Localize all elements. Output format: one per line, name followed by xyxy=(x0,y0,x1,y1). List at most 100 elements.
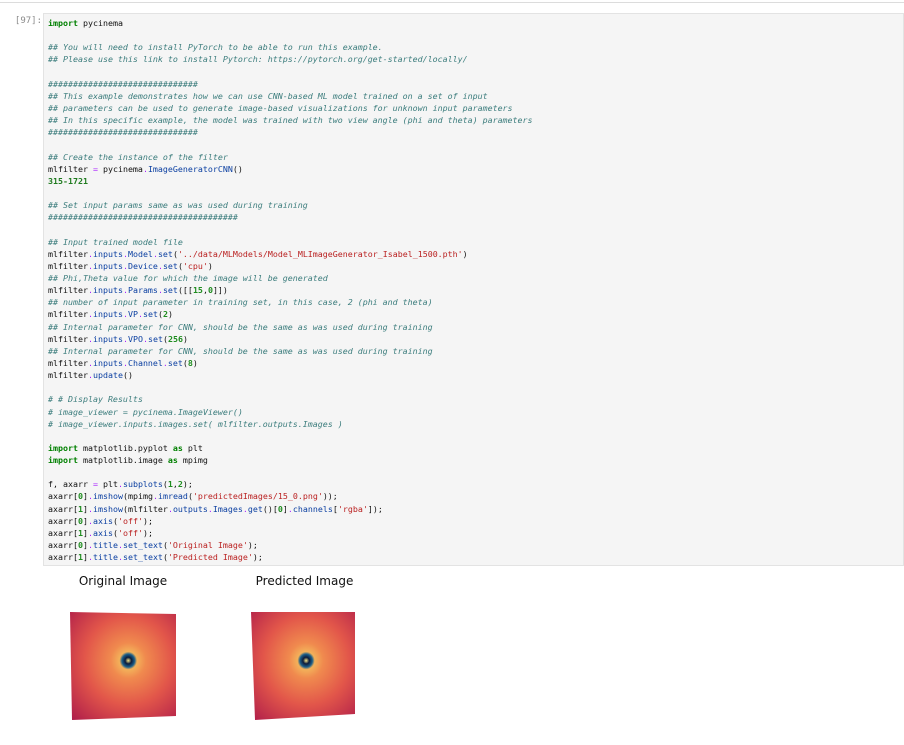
code-token: title xyxy=(92,540,118,551)
code-token: inputs xyxy=(92,357,123,368)
code-token: (mpimg xyxy=(122,491,153,502)
code-token: Channel xyxy=(127,357,163,368)
code-token: as xyxy=(167,455,178,466)
code-line: ## number of input parameter in training… xyxy=(48,296,533,308)
code-token: imread xyxy=(157,491,188,502)
code-token: axarr[ xyxy=(48,491,78,502)
code-token: )); xyxy=(322,491,338,502)
code-token: axarr[ xyxy=(48,527,78,538)
code-token: 'Predicted Image' xyxy=(167,552,253,563)
code-token: mpimg xyxy=(177,455,208,466)
code-token: title xyxy=(92,552,118,563)
code-token: set xyxy=(167,357,183,368)
code-line: # image_viewer = pycinema.ImageViewer() xyxy=(48,406,533,418)
top-divider xyxy=(0,2,904,3)
code-token: ) xyxy=(462,248,468,259)
code-line: mlfilter.update() xyxy=(48,369,533,381)
code-token: ()[ xyxy=(262,503,278,514)
code-token: ]); xyxy=(367,503,383,514)
code-token: subplots xyxy=(122,479,163,490)
code-token: ## Set input params same as was used dur… xyxy=(48,200,308,211)
code-token: axarr[ xyxy=(48,515,78,526)
code-token: (mlfilter xyxy=(122,503,168,514)
code-token: ); xyxy=(252,552,263,563)
code-token: axis xyxy=(92,527,113,538)
predicted-image xyxy=(247,606,361,729)
code-token: mlfilter xyxy=(48,163,93,174)
code-token: import xyxy=(48,442,78,453)
code-token: Params xyxy=(127,285,158,296)
code-line: ## Set input params same as was used dur… xyxy=(48,199,533,211)
code-token: imshow xyxy=(92,491,123,502)
code-line: ## Internal parameter for CNN, should be… xyxy=(48,345,533,357)
code-token: ############################## xyxy=(48,127,198,138)
code-token: mlfilter xyxy=(48,357,88,368)
predicted-image-plot xyxy=(251,612,355,720)
code-token: 'off' xyxy=(117,515,143,526)
code-token: ## Input trained model file xyxy=(48,236,183,247)
code-block[interactable]: import pycinema ## You will need to inst… xyxy=(48,17,533,563)
code-token: set xyxy=(157,248,173,259)
code-token: mlfilter xyxy=(48,285,88,296)
code-token: () xyxy=(122,370,133,381)
code-line: # image_viewer.inputs.images.set( mlfilt… xyxy=(48,418,533,430)
original-image-title: Original Image xyxy=(78,574,168,588)
code-line: ## Phi,Theta value for which the image w… xyxy=(48,272,533,284)
code-token: plt xyxy=(97,479,118,490)
code-token: inputs xyxy=(92,333,123,344)
code-line: ## In this specific example, the model w… xyxy=(48,114,533,126)
code-token: 'predictedImages/15_0.png' xyxy=(192,491,323,502)
code-token: 15 xyxy=(192,285,203,296)
code-token: f, axarr xyxy=(48,479,93,490)
code-token: ## Please use this link to install Pytor… xyxy=(48,54,468,65)
code-token: import xyxy=(48,18,78,28)
code-line: f, axarr = plt.subplots(1,2); xyxy=(48,478,533,490)
code-line: axarr[1].title.set_text('Predicted Image… xyxy=(48,551,533,563)
code-line: mlfilter.inputs.Channel.set(8) xyxy=(48,357,533,369)
code-token: set xyxy=(162,260,178,271)
code-token: channels xyxy=(292,503,333,514)
code-token: ); xyxy=(182,479,193,490)
code-line: ## Please use this link to install Pytor… xyxy=(48,53,533,65)
code-token: ## Create the instance of the filter xyxy=(48,151,228,162)
code-line: ############################## xyxy=(48,126,533,138)
code-token: matplotlib.pyplot xyxy=(77,442,173,453)
code-token: ## In this specific example, the model w… xyxy=(48,115,533,126)
code-token: ## You will need to install PyTorch to b… xyxy=(48,42,383,53)
code-token: ]]) xyxy=(212,285,228,296)
code-token: ## Internal parameter for CNN, should be… xyxy=(48,321,433,332)
code-token: mlfilter xyxy=(48,248,88,259)
code-token: matplotlib.image xyxy=(77,455,168,466)
code-token: set_text xyxy=(122,540,163,551)
code-token: ); xyxy=(142,527,153,538)
code-line: axarr[0].axis('off'); xyxy=(48,515,533,527)
code-line: # # Display Results xyxy=(48,393,533,405)
code-token: mlfilter xyxy=(48,370,88,381)
code-token: inputs xyxy=(92,248,123,259)
code-line: ## Internal parameter for CNN, should be… xyxy=(48,321,533,333)
code-line: import matplotlib.pyplot as plt xyxy=(48,442,533,454)
code-token: ###################################### xyxy=(48,212,238,223)
code-token: # image_viewer.inputs.images.set( mlfilt… xyxy=(48,418,343,429)
code-line: mlfilter.inputs.Params.set([[15,0]]) xyxy=(48,284,533,296)
code-token: mlfilter xyxy=(48,333,88,344)
code-token: # image_viewer = pycinema.ImageViewer() xyxy=(48,406,243,417)
code-token: ); xyxy=(142,515,153,526)
code-token: set xyxy=(147,333,163,344)
code-token: VP xyxy=(127,309,138,320)
code-line: 315-1721 xyxy=(48,175,533,187)
code-token: ) xyxy=(207,260,213,271)
code-token: ) xyxy=(182,333,188,344)
code-token: 'cpu' xyxy=(182,260,208,271)
code-token: inputs xyxy=(92,260,123,271)
code-line: ############################## xyxy=(48,78,533,90)
code-token: ## This example demonstrates how we can … xyxy=(48,90,488,101)
code-token: ## number of input parameter in training… xyxy=(48,297,433,308)
